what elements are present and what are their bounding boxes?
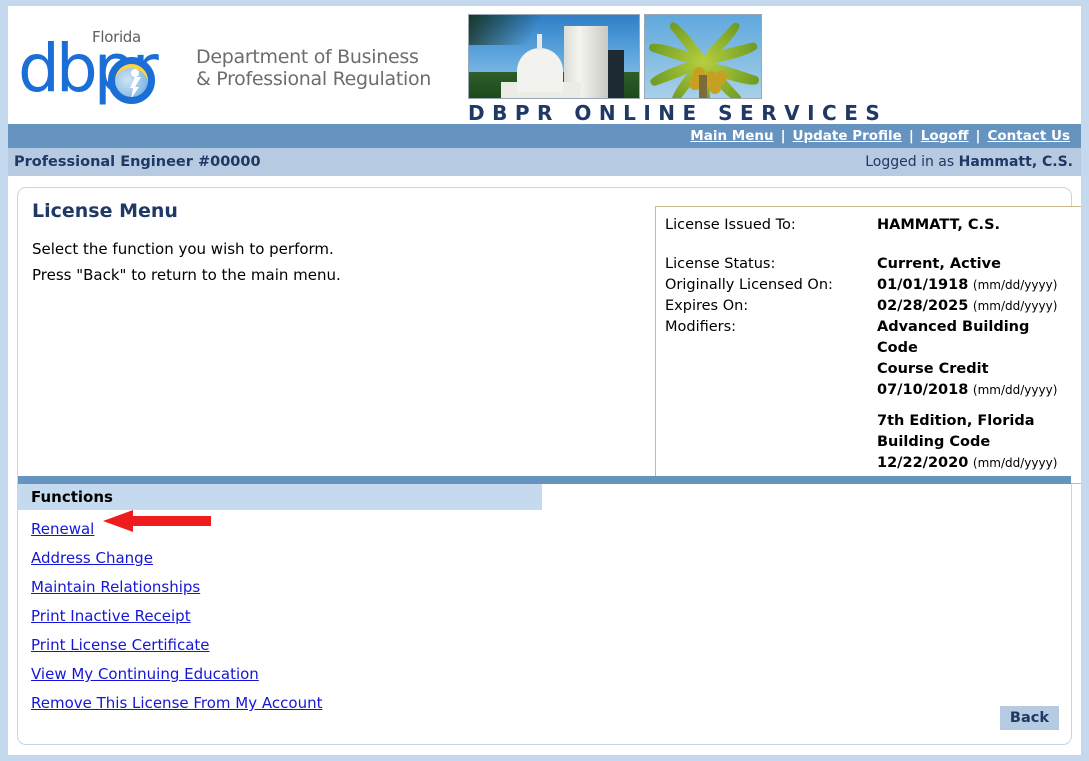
license-context-bar: Professional Engineer #00000 Logged in a… bbox=[8, 148, 1081, 176]
modifier-date-row: 07/10/2018 (mm/dd/yyyy) bbox=[877, 380, 1073, 401]
modifier-date: 12/22/2020 bbox=[877, 455, 969, 471]
modifier-name-line1: Advanced Building Code bbox=[877, 319, 1030, 356]
modifier-name-line2: Building Code bbox=[877, 434, 991, 450]
page-root: dbpr Florida Department of Business & Pr… bbox=[0, 0, 1089, 761]
table-row: Expires On: 02/28/2025 (mm/dd/yyyy) bbox=[665, 296, 1073, 317]
modifier-date: 07/10/2018 bbox=[877, 382, 969, 398]
license-status-value: Current, Active bbox=[877, 256, 1001, 272]
top-navigation: Main Menu | Update Profile | Logoff | Co… bbox=[8, 124, 1081, 148]
nav-link-logoff[interactable]: Logoff bbox=[914, 128, 976, 144]
banner-images bbox=[468, 14, 762, 99]
dbpr-logo-mark: dbpr Florida bbox=[18, 28, 186, 106]
function-link-maintain-relationships[interactable]: Maintain Relationships bbox=[31, 578, 200, 596]
capitol-tower-shadow bbox=[608, 50, 624, 98]
modifier-name-line2: Course Credit bbox=[877, 361, 989, 377]
function-link-remove-license[interactable]: Remove This License From My Account bbox=[31, 694, 322, 712]
banner-title: DBPR ONLINE SERVICES bbox=[468, 101, 888, 125]
dbpr-logo: dbpr Florida Department of Business & Pr… bbox=[18, 28, 431, 106]
modifier-item: Advanced Building Code Course Credit 07/… bbox=[877, 317, 1073, 401]
date-format-hint: (mm/dd/yyyy) bbox=[972, 456, 1058, 470]
florida-label: Florida bbox=[92, 28, 141, 46]
license-title: Professional Engineer #00000 bbox=[14, 154, 261, 170]
expires-on-value: 02/28/2025 bbox=[877, 298, 969, 314]
license-info-box: License Issued To: HAMMATT, C.S. License… bbox=[655, 206, 1081, 484]
spacer-row bbox=[665, 236, 1073, 254]
logged-in-user-name: Hammatt, C.S. bbox=[958, 154, 1073, 170]
function-link-renewal[interactable]: Renewal bbox=[31, 520, 94, 538]
license-issued-to-value: HAMMATT, C.S. bbox=[877, 217, 1001, 233]
table-row: License Status: Current, Active bbox=[665, 254, 1073, 275]
function-link-print-license-certificate[interactable]: Print License Certificate bbox=[31, 636, 210, 654]
function-link-address-change[interactable]: Address Change bbox=[31, 549, 153, 567]
function-link-view-continuing-education[interactable]: View My Continuing Education bbox=[31, 665, 259, 683]
logged-in-prefix: Logged in as bbox=[865, 154, 959, 170]
banner: DBPR ONLINE SERVICES bbox=[463, 6, 880, 125]
function-link-print-inactive-receipt[interactable]: Print Inactive Receipt bbox=[31, 607, 191, 625]
modifiers-value-cell: Advanced Building Code Course Credit 07/… bbox=[877, 317, 1073, 474]
originally-licensed-value-cell: 01/01/1918 (mm/dd/yyyy) bbox=[877, 275, 1073, 296]
content-area: License Menu Select the function you wis… bbox=[8, 176, 1081, 745]
table-row: Originally Licensed On: 01/01/1918 (mm/d… bbox=[665, 275, 1073, 296]
modifier-name-line1: 7th Edition, Florida bbox=[877, 413, 1035, 429]
originally-licensed-value: 01/01/1918 bbox=[877, 277, 969, 293]
expires-on-label: Expires On: bbox=[665, 298, 749, 314]
nav-link-update-profile[interactable]: Update Profile bbox=[786, 128, 909, 144]
license-issued-to-label: License Issued To: bbox=[665, 217, 796, 233]
modifier-date-row: 12/22/2020 (mm/dd/yyyy) bbox=[877, 453, 1073, 474]
date-format-hint: (mm/dd/yyyy) bbox=[972, 299, 1058, 313]
expires-on-value-cell: 02/28/2025 (mm/dd/yyyy) bbox=[877, 296, 1073, 317]
palm-tree-photo bbox=[644, 14, 762, 99]
functions-list: Renewal Address Change Maintain Relation… bbox=[31, 520, 551, 723]
modifier-item: 7th Edition, Florida Building Code 12/22… bbox=[877, 411, 1073, 474]
capitol-photo bbox=[468, 14, 640, 99]
site-header: dbpr Florida Department of Business & Pr… bbox=[8, 6, 1081, 125]
capitol-branch bbox=[469, 15, 559, 45]
department-name-line2: & Professional Regulation bbox=[196, 68, 432, 90]
dbpr-p-ring bbox=[108, 57, 155, 104]
originally-licensed-label: Originally Licensed On: bbox=[665, 277, 833, 293]
section-divider bbox=[18, 476, 1071, 484]
license-info-table: License Issued To: HAMMATT, C.S. License… bbox=[665, 215, 1073, 474]
nav-link-contact-us[interactable]: Contact Us bbox=[980, 128, 1077, 144]
back-button[interactable]: Back bbox=[999, 706, 1059, 730]
nav-link-main-menu[interactable]: Main Menu bbox=[683, 128, 780, 144]
functions-section-header: Functions bbox=[18, 484, 542, 510]
department-name: Department of Business & Professional Re… bbox=[196, 46, 431, 90]
capitol-dome bbox=[517, 34, 563, 92]
date-format-hint: (mm/dd/yyyy) bbox=[972, 383, 1058, 397]
table-row: Modifiers: Advanced Building Code Course… bbox=[665, 317, 1073, 474]
logged-in-status: Logged in as Hammatt, C.S. bbox=[865, 154, 1073, 170]
modifiers-label: Modifiers: bbox=[665, 319, 737, 335]
date-format-hint: (mm/dd/yyyy) bbox=[972, 278, 1058, 292]
modifier-gap bbox=[877, 401, 1073, 411]
department-name-line1: Department of Business bbox=[196, 46, 419, 68]
table-row: License Issued To: HAMMATT, C.S. bbox=[665, 215, 1073, 236]
license-status-label: License Status: bbox=[665, 256, 776, 272]
license-menu-panel: License Menu Select the function you wis… bbox=[17, 187, 1081, 745]
